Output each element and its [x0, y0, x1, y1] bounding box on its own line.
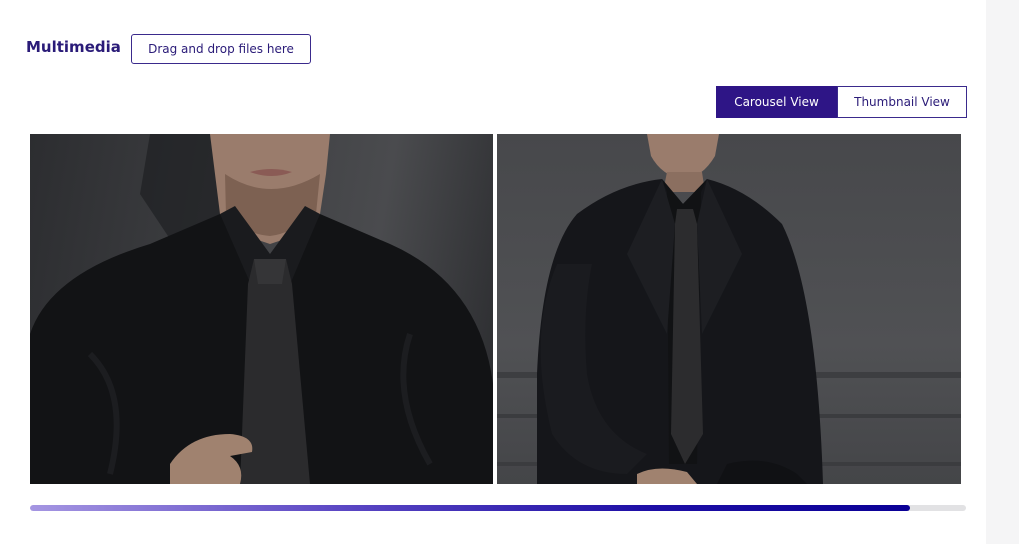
- carousel-slide-1[interactable]: [30, 134, 493, 484]
- photo-man-black-shirt-tie-icon: [30, 134, 493, 484]
- drag-and-drop-button[interactable]: Drag and drop files here: [131, 34, 311, 64]
- image-carousel[interactable]: [30, 134, 961, 484]
- thumbnail-view-button[interactable]: Thumbnail View: [837, 86, 967, 118]
- carousel-scrollbar-thumb[interactable]: [30, 505, 910, 511]
- carousel-slide-2[interactable]: [497, 134, 961, 484]
- carousel-scrollbar[interactable]: [30, 505, 966, 511]
- section-title: Multimedia: [26, 38, 121, 56]
- view-toggle: Carousel View Thumbnail View: [716, 86, 967, 118]
- multimedia-panel: Multimedia Drag and drop files here Caro…: [0, 0, 986, 544]
- photo-man-black-suit-seated-icon: [497, 134, 961, 484]
- carousel-view-button[interactable]: Carousel View: [716, 86, 837, 118]
